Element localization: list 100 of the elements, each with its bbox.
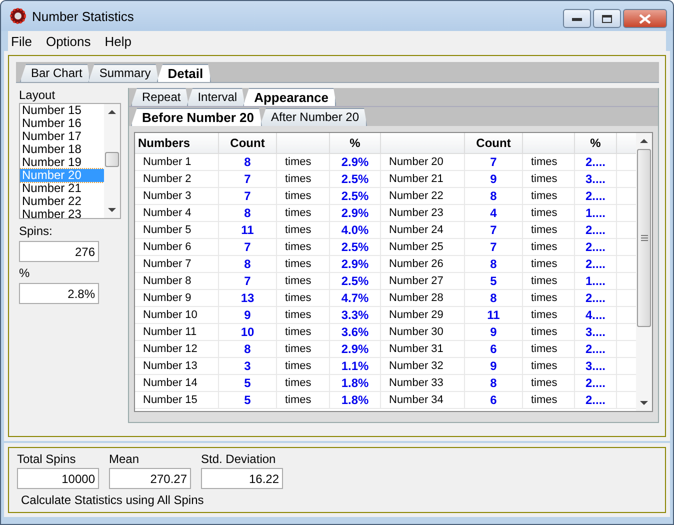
table-cell: times — [277, 154, 330, 170]
tab[interactable]: Summary — [88, 64, 159, 82]
column-header[interactable]: Count — [219, 133, 277, 153]
table-cell: 2.... — [575, 222, 617, 238]
table-cell: 3.... — [575, 358, 617, 374]
spins-label: Spins: — [19, 224, 54, 239]
table-cell: times — [523, 341, 575, 357]
table-cell: 2.... — [575, 392, 617, 408]
table-cell: times — [523, 171, 575, 187]
table-cell: 7 — [219, 188, 277, 204]
list-item[interactable]: Number 23 — [20, 208, 104, 218]
percent-field[interactable]: 2.8% — [19, 283, 99, 304]
table-cell: 2.... — [575, 290, 617, 306]
layout-label: Layout — [19, 88, 56, 103]
tab[interactable]: Interval — [186, 88, 246, 106]
menu-item[interactable]: Help — [104, 34, 132, 48]
list-item[interactable]: Number 16 — [20, 117, 104, 130]
stat-field[interactable]: 16.22 — [201, 468, 283, 489]
table-cell: times — [277, 188, 330, 204]
table-cell: Number 3 — [135, 188, 219, 204]
table-cell: Number 31 — [381, 341, 465, 357]
table-cell: times — [523, 375, 575, 391]
table-scrollbar[interactable] — [636, 133, 652, 411]
menu-item[interactable]: Options — [46, 34, 91, 48]
table-cell: times — [277, 290, 330, 306]
window-title: Number Statistics — [32, 8, 135, 24]
tab[interactable]: Repeat — [131, 88, 189, 106]
wheel-icon — [9, 7, 27, 25]
table-cell: times — [523, 205, 575, 221]
tab[interactable]: Appearance — [243, 88, 336, 106]
table-cell: Number 33 — [381, 375, 465, 391]
tab[interactable]: After Number 20 — [260, 108, 368, 126]
table-cell: 9 — [465, 324, 523, 340]
table-cell: Number 24 — [381, 222, 465, 238]
list-item[interactable]: Number 19 — [20, 156, 104, 169]
scroll-thumb[interactable] — [105, 152, 119, 167]
table-cell: Number 10 — [135, 307, 219, 323]
table-cell: Number 23 — [381, 205, 465, 221]
table-cell: 13 — [219, 290, 277, 306]
number-list[interactable]: Number 15 Number 16 Number 17 Number 18 Number 19 Number 20 Number 21 Number 22 Number 23 — [19, 103, 121, 219]
table-cell: 8 — [219, 205, 277, 221]
column-header[interactable]: Count — [465, 133, 523, 153]
table-cell: times — [523, 256, 575, 272]
up-arrow-icon — [640, 138, 648, 143]
list-item[interactable]: Number 22 — [20, 195, 104, 208]
tab[interactable]: Bar Chart — [20, 64, 90, 82]
table-cell: 4 — [465, 205, 523, 221]
table-cell: times — [523, 273, 575, 289]
list-item[interactable]: Number 18 — [20, 143, 104, 156]
tab[interactable]: Before Number 20 — [131, 108, 262, 126]
table-cell: 2.5% — [330, 171, 381, 187]
minimize-button[interactable] — [563, 9, 591, 28]
table-cell: 2.... — [575, 341, 617, 357]
table-cell: 1.8% — [330, 375, 381, 391]
table-cell: Number 2 — [135, 171, 219, 187]
table-cell: 3.... — [575, 324, 617, 340]
table-cell: Number 13 — [135, 358, 219, 374]
table-cell: 9 — [465, 171, 523, 187]
table-cell: Number 15 — [135, 392, 219, 408]
table-cell: Number 30 — [381, 324, 465, 340]
table-cell: Number 28 — [381, 290, 465, 306]
tab[interactable]: Detail — [156, 64, 212, 82]
spins-field[interactable]: 276 — [19, 241, 99, 262]
table-cell: times — [523, 358, 575, 374]
close-button[interactable] — [623, 9, 667, 28]
column-header[interactable]: % — [575, 133, 617, 153]
list-item[interactable]: Number 15 — [20, 104, 104, 117]
list-scrollbar[interactable] — [104, 104, 120, 218]
table-cell: 5 — [219, 375, 277, 391]
table-cell: 2.9% — [330, 341, 381, 357]
field-label: Mean — [109, 452, 140, 467]
table-cell: 1.1% — [330, 358, 381, 374]
stat-field[interactable]: 270.27 — [109, 468, 191, 489]
table-cell: times — [277, 205, 330, 221]
table-cell: 5 — [219, 392, 277, 408]
column-header[interactable]: Numbers — [135, 133, 219, 153]
scroll-thumb[interactable] — [637, 149, 651, 327]
table-cell: times — [277, 358, 330, 374]
table-cell: Number 1 — [135, 154, 219, 170]
table-cell: 7 — [219, 171, 277, 187]
table-cell: 2.9% — [330, 256, 381, 272]
table-cell: 5 — [465, 273, 523, 289]
list-item[interactable]: Number 21 — [20, 182, 104, 195]
maximize-button[interactable] — [593, 9, 621, 28]
table-cell: 7 — [465, 222, 523, 238]
status-note: Calculate Statistics using All Spins — [20, 493, 205, 507]
list-item[interactable]: Number 17 — [20, 130, 104, 143]
table-cell: times — [277, 222, 330, 238]
table-cell: times — [523, 392, 575, 408]
stat-field[interactable]: 10000 — [17, 468, 99, 489]
column-header[interactable]: % — [330, 133, 381, 153]
table-cell: 4.... — [575, 307, 617, 323]
table-cell: Number 29 — [381, 307, 465, 323]
table-cell: 1.... — [575, 205, 617, 221]
table-cell: 6 — [465, 341, 523, 357]
menu-item[interactable]: File — [11, 34, 32, 48]
table-cell: 2.... — [575, 375, 617, 391]
table-cell: 8 — [465, 375, 523, 391]
close-icon — [639, 14, 651, 24]
table-cell: Number 25 — [381, 239, 465, 255]
